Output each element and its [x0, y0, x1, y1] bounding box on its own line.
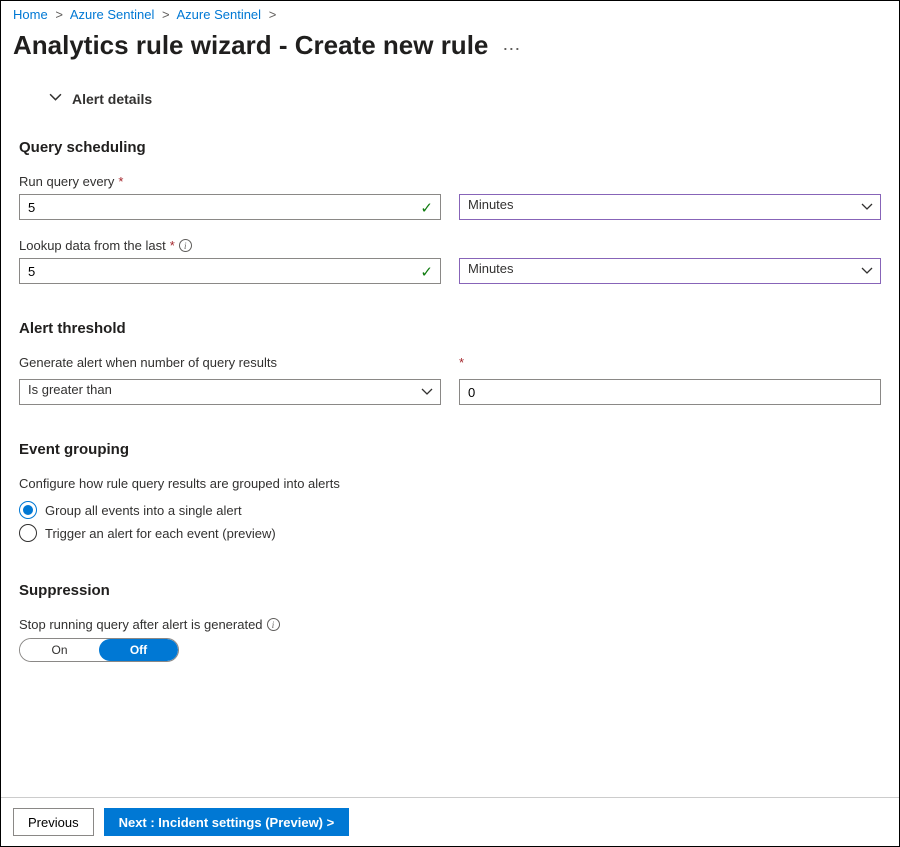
grouping-option-label: Group all events into a single alert	[45, 503, 242, 518]
threshold-operator-select[interactable]: Is greater than	[19, 379, 441, 405]
more-actions-icon[interactable]: ⋯	[502, 36, 520, 58]
grouping-option-label: Trigger an alert for each event (preview…	[45, 526, 276, 541]
suppression-heading: Suppression	[19, 582, 881, 599]
event-grouping-heading: Event grouping	[19, 441, 881, 458]
suppression-label: Stop running query after alert is genera…	[19, 617, 881, 632]
grouping-option-single-alert[interactable]: Group all events into a single alert	[19, 501, 881, 519]
event-grouping-helper: Configure how rule query results are gro…	[19, 476, 881, 491]
check-icon: ✓	[420, 263, 433, 281]
lookup-data-label: Lookup data from the last* i	[19, 238, 881, 253]
lookup-unit-select[interactable]: Minutes	[459, 258, 881, 284]
grouping-option-per-event[interactable]: Trigger an alert for each event (preview…	[19, 524, 881, 542]
toggle-on: On	[20, 639, 99, 661]
page-title: Analytics rule wizard - Create new rule	[13, 30, 488, 61]
breadcrumb: Home > Azure Sentinel > Azure Sentinel >	[1, 7, 899, 26]
threshold-value-input[interactable]	[459, 379, 881, 405]
breadcrumb-separator: >	[55, 7, 63, 22]
check-icon: ✓	[420, 199, 433, 217]
breadcrumb-home[interactable]: Home	[13, 7, 48, 22]
next-button[interactable]: Next : Incident settings (Preview) >	[104, 808, 350, 836]
suppression-toggle[interactable]: On Off	[19, 638, 179, 662]
alert-threshold-heading: Alert threshold	[19, 320, 881, 337]
radio-icon	[19, 501, 37, 519]
chevron-down-icon	[49, 91, 62, 107]
toggle-off: Off	[99, 639, 178, 661]
lookup-value-input[interactable]	[19, 258, 441, 284]
info-icon[interactable]: i	[179, 239, 192, 252]
run-query-every-label: Run query every*	[19, 174, 881, 189]
breadcrumb-sentinel-2[interactable]: Azure Sentinel	[177, 7, 262, 22]
query-scheduling-heading: Query scheduling	[19, 139, 881, 156]
alert-details-label: Alert details	[72, 91, 152, 107]
run-query-value-input[interactable]	[19, 194, 441, 220]
info-icon[interactable]: i	[267, 618, 280, 631]
run-query-unit-select[interactable]: Minutes	[459, 194, 881, 220]
radio-icon	[19, 524, 37, 542]
threshold-required-indicator: *	[459, 355, 464, 370]
breadcrumb-separator: >	[162, 7, 170, 22]
breadcrumb-sentinel-1[interactable]: Azure Sentinel	[70, 7, 155, 22]
alert-details-toggle[interactable]: Alert details	[49, 91, 881, 107]
breadcrumb-separator: >	[269, 7, 277, 22]
threshold-label: Generate alert when number of query resu…	[19, 355, 441, 370]
previous-button[interactable]: Previous	[13, 808, 94, 836]
